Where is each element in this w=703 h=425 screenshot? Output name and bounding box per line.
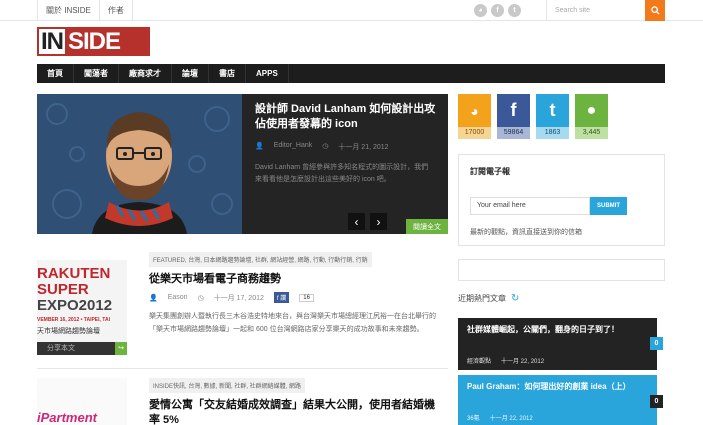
post-excerpt: 樂天集團創辦人暨執行長三木谷浩史特地來台，與台灣樂天市場總經理江尻裕一在台北舉行… [149, 313, 436, 333]
hot-post-count: 0 [650, 337, 663, 350]
email-field[interactable]: Your email here [470, 197, 590, 215]
post-title[interactable]: 愛情公寓「交友結婚成效調查」結果大公開，使用者結婚機率 5% [149, 398, 444, 425]
read-more-button[interactable]: 閱讀全文 [406, 219, 448, 234]
user-icon: 👤 [255, 143, 264, 150]
nav-item-apps[interactable]: APPS [246, 64, 289, 83]
twitter-icon[interactable]: t [508, 4, 521, 17]
social-box-rss[interactable]: ◕ 17000 [458, 94, 491, 139]
thumb-line: EXPO2012 [37, 297, 113, 314]
nav-item-home[interactable]: 首頁 [37, 64, 74, 83]
hot-post-item[interactable]: 社群媒體崛起，公關們，翻身的日子到了！ 經濟觀點 十一月 22, 2012 [458, 318, 657, 370]
rss-icon: ◕ [458, 94, 491, 127]
facebook-icon: f [497, 94, 530, 127]
facebook-like-button[interactable]: f 讚 [273, 292, 290, 303]
featured-illustration [37, 94, 242, 234]
nav-item-startups[interactable]: 闖蕩者 [74, 64, 119, 83]
hot-post-title[interactable]: 社群媒體崛起，公關們，翻身的日子到了！ [467, 324, 627, 335]
nav-item-jobs[interactable]: 廠商求才 [119, 64, 172, 83]
featured-date: 十一月 21, 2012 [338, 144, 389, 151]
social-box-facebook[interactable]: f 59864 [497, 94, 530, 139]
thumb-line: iPartment [37, 410, 97, 425]
logo-in: IN [39, 28, 65, 55]
post-tags[interactable]: FEATURED, 台灣, 日本網路趨勢論壇, 社群, 網站經營, 網路, 行動… [149, 252, 372, 267]
refresh-icon[interactable]: ↻ [511, 293, 519, 304]
thumb-line: 天市場網路趨勢論壇 [37, 328, 100, 335]
hot-posts-title: 近期熱門文章 [458, 294, 506, 303]
authors-link[interactable]: 作者 [100, 0, 133, 21]
hot-post-date: 十一月 22, 2012 [501, 359, 545, 365]
top-links: 關於 INSIDE 作者 [37, 0, 133, 21]
post-item: RAKUTEN SUPER EXPO2012 VEMBER 16, 2012 •… [37, 252, 448, 360]
rss-icon[interactable]: ◕ [474, 4, 487, 17]
submit-button[interactable]: SUBMIT [590, 197, 627, 215]
post-thumbnail[interactable]: iPartment [37, 378, 127, 425]
hot-post-meta: 36氪 十一月 22, 2012 [467, 413, 533, 422]
social-box-twitter[interactable]: t 1863 [536, 94, 569, 139]
page: 關於 INSIDE 作者 ◕ f t Search site IN SIDE 首… [0, 0, 703, 425]
chat-count: 3,445 [575, 127, 608, 139]
post-date: 十一月 17, 2012 [213, 294, 264, 302]
logo-side: SIDE [65, 29, 148, 54]
hot-post-author: 36氪 [467, 416, 480, 422]
featured-post: 設計師 David Lanham 如何設計出攻佔使用者發幕的 icon 👤 Ed… [37, 94, 448, 234]
twitter-icon: t [536, 94, 569, 127]
search-button[interactable] [645, 0, 665, 21]
post-item: iPartment INSIDE快訊, 台灣, 數據, 新聞, 社群, 社群網絡… [37, 378, 448, 425]
clock-icon: ◷ [322, 143, 329, 150]
chat-icon: ● [575, 94, 608, 127]
next-arrow-button[interactable]: › [370, 213, 387, 230]
like-count: 16 [299, 293, 314, 302]
clock-icon: ◷ [197, 294, 204, 302]
hot-post-author: 經濟觀點 [467, 359, 492, 365]
featured-author[interactable]: Editor_Hank [274, 142, 313, 152]
user-icon: 👤 [149, 294, 158, 302]
hot-posts-label: 近期熱門文章 ↻ [458, 293, 519, 304]
post-meta: 👤 Eason ◷ 十一月 17, 2012 f 讚 16 [149, 292, 314, 303]
top-bar: 關於 INSIDE 作者 ◕ f t Search site [0, 0, 703, 21]
thumb-line: RAKUTEN [37, 265, 111, 282]
divider [37, 368, 448, 369]
social-box-chat[interactable]: ● 3,445 [575, 94, 608, 139]
nav-item-forum[interactable]: 論壇 [172, 64, 209, 83]
thumb-line: VEMBER 16, 2012 • TAIPEI, TAI [37, 317, 110, 323]
empty-widget [458, 259, 665, 281]
share-bar[interactable]: 分享本文 ↪ [37, 342, 127, 355]
hot-post-item[interactable]: Paul Graham：如何理出好的創業 idea（上） 36氪 十一月 22,… [458, 375, 657, 425]
post-thumbnail[interactable]: RAKUTEN SUPER EXPO2012 VEMBER 16, 2012 •… [37, 260, 127, 342]
twitter-count: 1863 [536, 127, 569, 139]
thumb-line: SUPER [37, 281, 89, 298]
hot-post-meta: 經濟觀點 十一月 22, 2012 [467, 356, 544, 365]
post-tags[interactable]: INSIDE快訊, 台灣, 數據, 新聞, 社群, 社群網絡媒體, 網路 [149, 378, 306, 393]
top-social-icons: ◕ f t [474, 4, 521, 17]
featured-image[interactable] [37, 94, 242, 234]
share-icon[interactable]: ↪ [115, 342, 127, 355]
facebook-count: 59864 [497, 127, 530, 139]
subscribe-heading: 訂閱電子報 [470, 167, 510, 176]
hot-post-date: 十一月 22, 2012 [489, 416, 533, 422]
post-title[interactable]: 從樂天市場看電子商務趨勢 [149, 272, 444, 287]
hot-post-count: 0 [650, 395, 663, 408]
site-logo[interactable]: IN SIDE [37, 27, 150, 56]
main-nav: 首頁 闖蕩者 廠商求才 論壇 書店 APPS [37, 64, 665, 83]
share-label: 分享本文 [47, 345, 75, 352]
nav-item-books[interactable]: 書店 [209, 64, 246, 83]
post-author[interactable]: Eason [168, 294, 188, 301]
featured-meta: 👤 Editor_Hank ◷ 十一月 21, 2012 [255, 142, 389, 152]
subscribe-description: 最新的觀點，資訊直接送到你的信箱 [470, 229, 582, 236]
featured-excerpt: David Lanham 曾經參與許多知名程式的圖示設計，我們來看看他是怎麼設計… [255, 164, 429, 183]
search-icon [650, 6, 660, 15]
prev-arrow-button[interactable]: ‹ [348, 213, 365, 230]
featured-title[interactable]: 設計師 David Lanham 如何設計出攻佔使用者發幕的 icon [255, 102, 440, 132]
search-input[interactable]: Search site [546, 0, 645, 21]
about-link[interactable]: 關於 INSIDE [37, 0, 100, 21]
rss-count: 17000 [458, 127, 491, 139]
hot-post-title[interactable]: Paul Graham：如何理出好的創業 idea（上） [467, 381, 631, 392]
facebook-icon[interactable]: f [491, 4, 504, 17]
